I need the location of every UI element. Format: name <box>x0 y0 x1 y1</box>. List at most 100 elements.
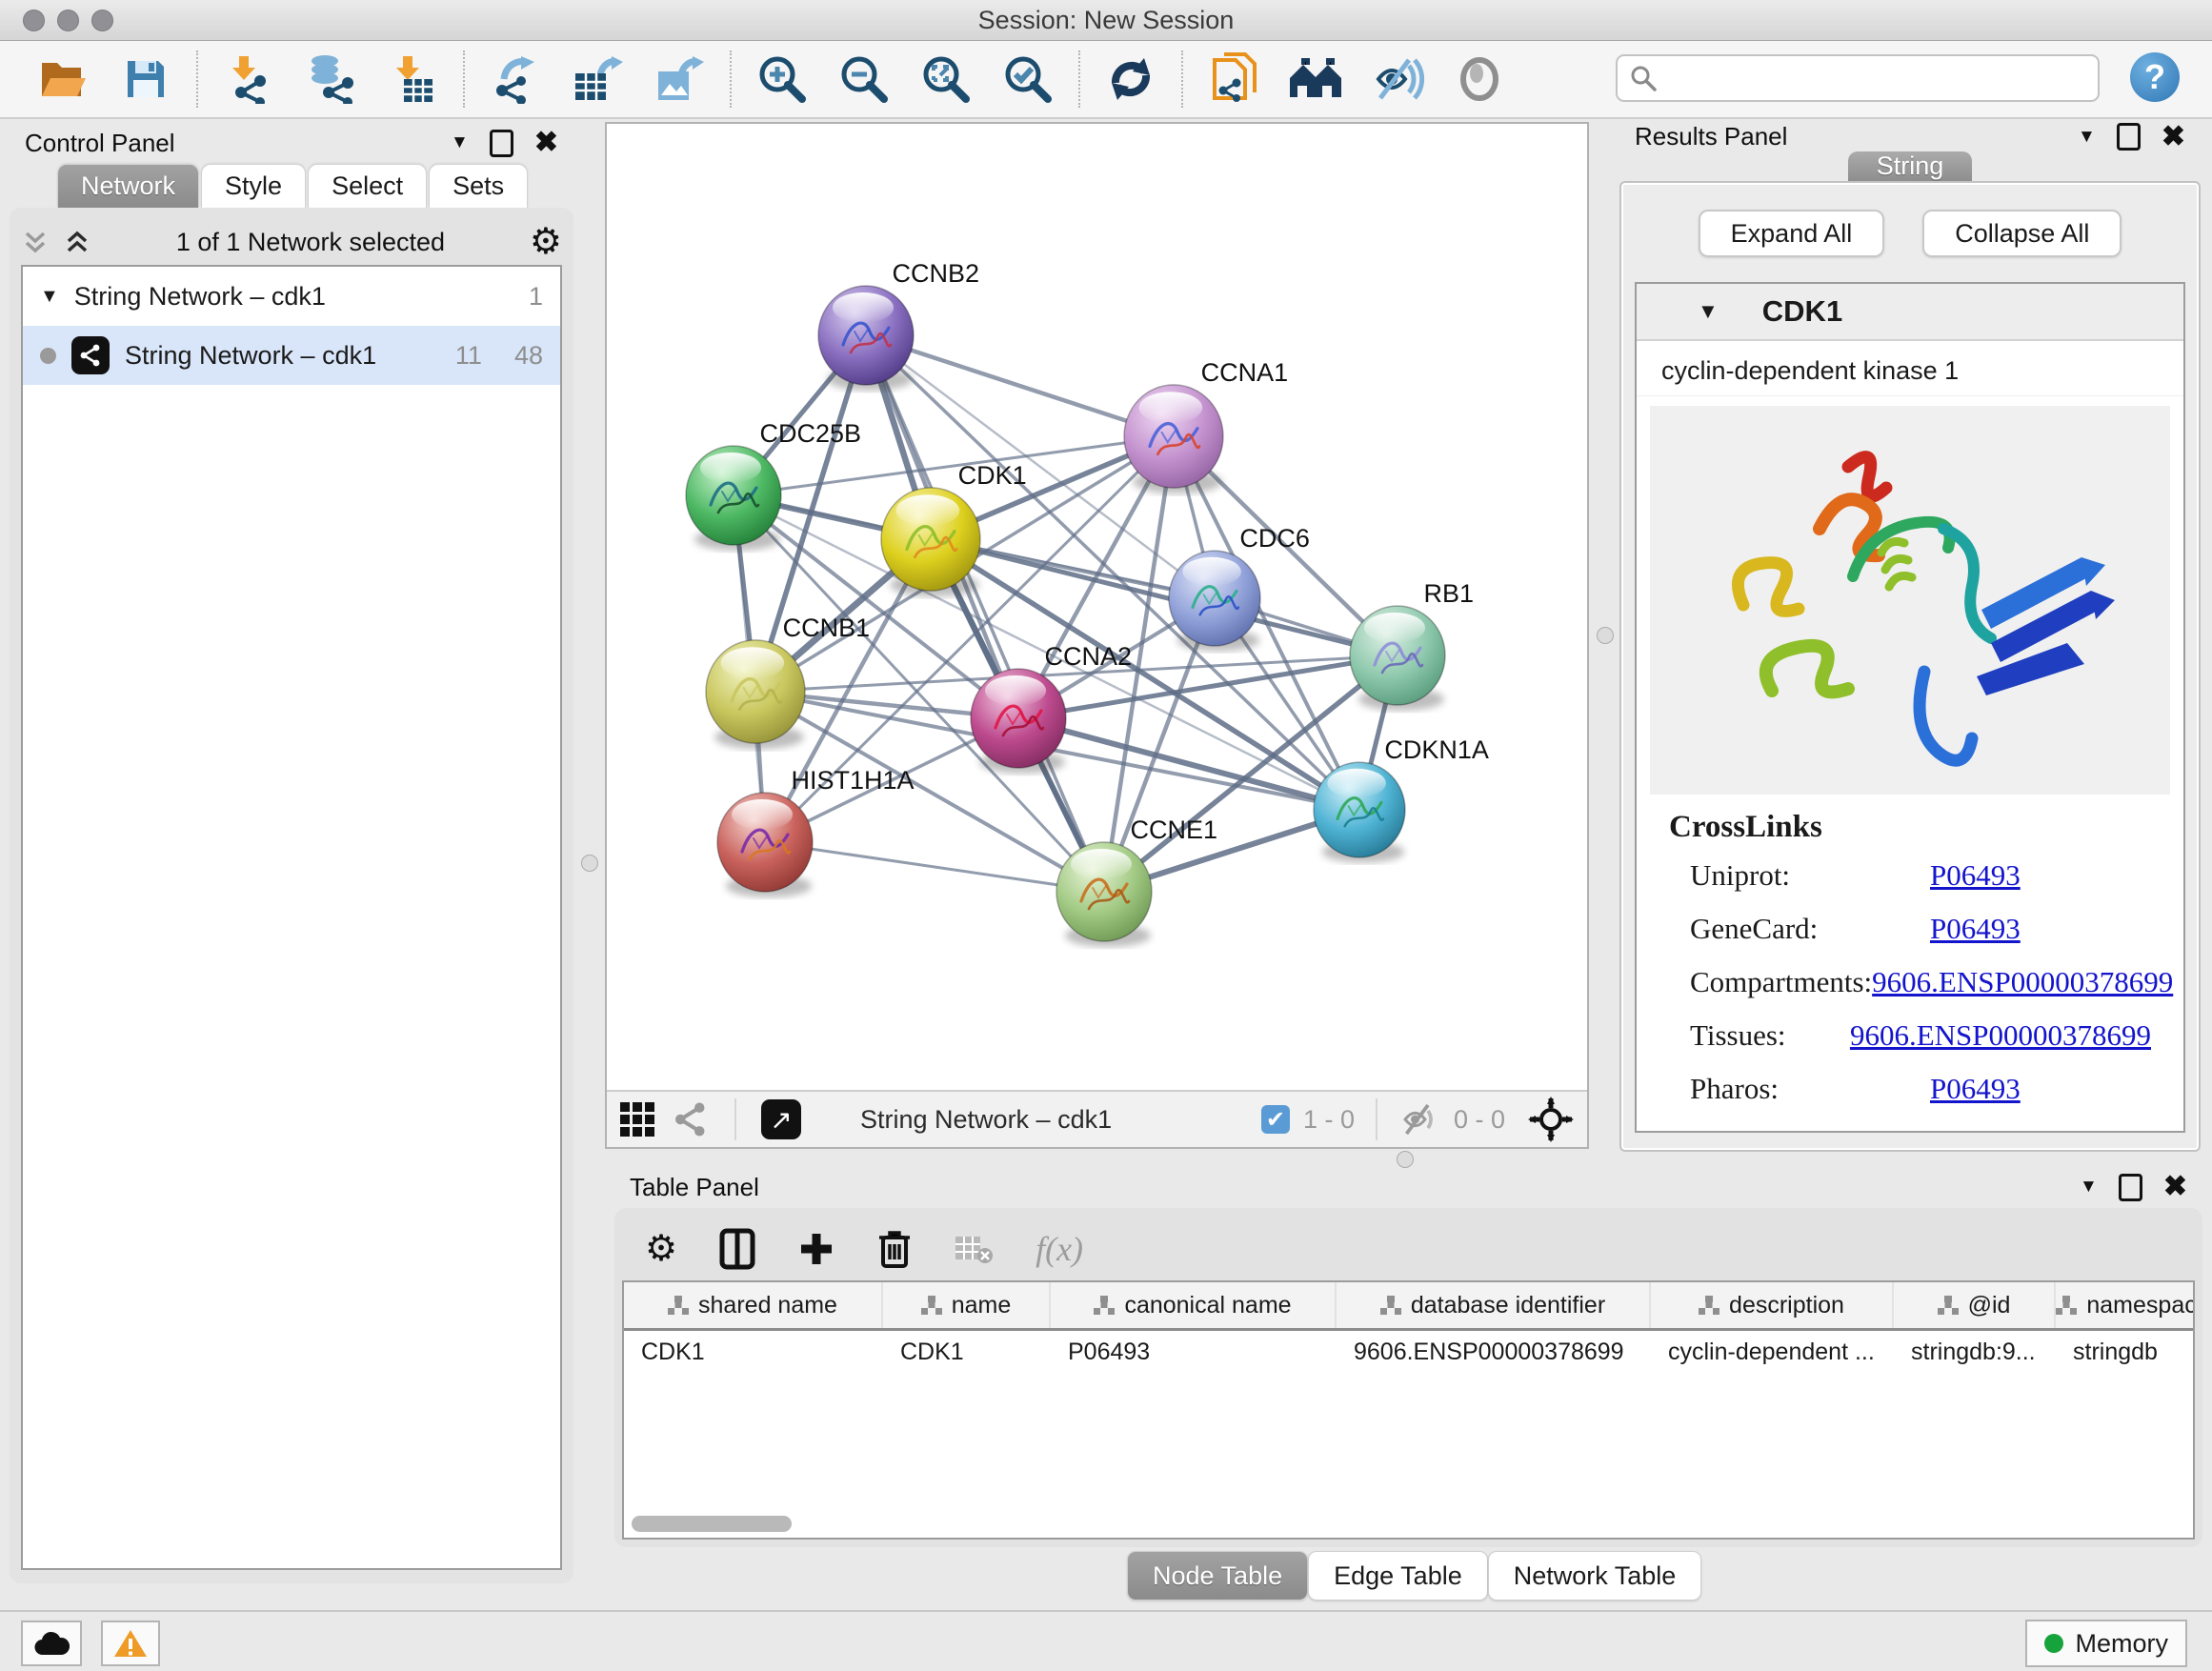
column-header-description[interactable]: description <box>1651 1282 1894 1328</box>
expand-all-button[interactable]: Expand All <box>1699 210 1885 257</box>
control-panel-tabs: NetworkStyleSelectSets <box>57 164 573 208</box>
share-network-icon[interactable] <box>672 1100 710 1138</box>
tab-edge-table[interactable]: Edge Table <box>1308 1551 1488 1601</box>
save-session-icon[interactable] <box>105 48 187 111</box>
open-file-icon[interactable] <box>23 48 105 111</box>
node-RB1[interactable] <box>1350 606 1445 711</box>
panel-float-icon[interactable] <box>490 130 513 157</box>
collapse-all-icon[interactable] <box>21 228 50 256</box>
collection-expand-caret-icon[interactable]: ▼ <box>40 286 59 308</box>
tab-network-table[interactable]: Network Table <box>1488 1551 1702 1601</box>
network-view[interactable]: CCNB2CCNA1CDC25BCDK1CDC6RB1CCNB1CCNA2CDK… <box>605 122 1589 1149</box>
column-header-name[interactable]: name <box>883 1282 1051 1328</box>
crosslink-link[interactable]: P06493 <box>1930 1072 2021 1106</box>
zoom-selected-icon[interactable] <box>987 48 1069 111</box>
expand-all-icon[interactable] <box>63 228 91 256</box>
column-header-database-identifier[interactable]: database identifier <box>1337 1282 1651 1328</box>
node-table[interactable]: shared namenamecanonical namedatabase id… <box>622 1280 2195 1540</box>
export-network-icon[interactable] <box>474 48 556 111</box>
column-header-canonical-name[interactable]: canonical name <box>1051 1282 1337 1328</box>
panel-menu-icon[interactable]: ▼ <box>2080 1177 2098 1198</box>
node-CDC25B[interactable] <box>686 446 781 551</box>
column-header-@id[interactable]: @id <box>1894 1282 2056 1328</box>
fit-selection-crosshair-icon[interactable] <box>1528 1097 1574 1142</box>
node-CCNB1[interactable] <box>706 640 805 749</box>
panel-float-icon[interactable] <box>2119 1174 2142 1201</box>
tab-network[interactable]: Network <box>57 164 199 208</box>
crosslink-link[interactable]: P06493 <box>1930 858 2021 893</box>
network-row-selected[interactable]: String Network – cdk1 11 48 <box>23 326 560 385</box>
crosslink-link[interactable]: P06493 <box>1930 912 2021 946</box>
panel-close-icon[interactable]: ✖ <box>2162 123 2185 151</box>
protein-header[interactable]: ▼ CDK1 <box>1637 284 2183 341</box>
node-CDC6[interactable] <box>1169 551 1260 652</box>
zoom-fit-icon[interactable] <box>905 48 987 111</box>
delete-column-trash-icon[interactable] <box>877 1228 912 1270</box>
network-collection-row[interactable]: ▼ String Network – cdk1 1 <box>23 267 560 326</box>
warnings-button[interactable] <box>101 1621 160 1666</box>
panel-close-icon[interactable]: ✖ <box>534 129 558 157</box>
tab-style[interactable]: Style <box>201 164 306 208</box>
network-options-gear-icon[interactable]: ⚙ <box>530 224 562 260</box>
node-CDK1[interactable] <box>881 488 980 596</box>
show-columns-icon[interactable] <box>719 1228 755 1270</box>
column-header-shared-name[interactable]: shared name <box>624 1282 883 1328</box>
zoom-in-icon[interactable] <box>741 48 823 111</box>
edge-CCNA2-CDKN1A[interactable] <box>1018 718 1359 810</box>
hide-results-eye-icon[interactable] <box>1357 48 1438 111</box>
tab-string[interactable]: String <box>1848 151 1973 181</box>
panel-menu-icon[interactable]: ▼ <box>451 132 469 153</box>
zoom-out-icon[interactable] <box>823 48 905 111</box>
panel-menu-icon[interactable]: ▼ <box>2078 127 2096 148</box>
import-table-file-icon[interactable] <box>372 48 453 111</box>
table-panel-titlebar: Table Panel ▼ ✖ <box>614 1166 2202 1208</box>
network-graph[interactable]: CCNB2CCNA1CDC25BCDK1CDC6RB1CCNB1CCNA2CDK… <box>607 124 1587 1090</box>
show-eye-icon[interactable] <box>1438 48 1520 111</box>
horizontal-scrollbar[interactable] <box>632 1516 792 1532</box>
hidden-eye-icon[interactable] <box>1398 1102 1440 1137</box>
panel-close-icon[interactable]: ✖ <box>2163 1173 2187 1201</box>
selected-checkbox-icon[interactable]: ✔ <box>1261 1105 1290 1134</box>
import-network-file-icon[interactable] <box>208 48 290 111</box>
node-CDKN1A[interactable] <box>1314 762 1405 863</box>
node-CCNE1[interactable] <box>1056 842 1152 947</box>
node-CCNB2[interactable] <box>818 286 914 391</box>
table-options-gear-icon[interactable]: ⚙ <box>645 1231 677 1267</box>
table-header-row: shared namenamecanonical namedatabase id… <box>624 1282 2193 1331</box>
panel-float-icon[interactable] <box>2117 123 2141 151</box>
open-session-document-icon[interactable] <box>1193 48 1275 111</box>
collapse-caret-icon[interactable]: ▼ <box>1698 299 1719 324</box>
cloud-button[interactable] <box>21 1621 82 1666</box>
cell: stringdb <box>2056 1331 2195 1375</box>
collapse-all-button[interactable]: Collapse All <box>1922 210 2122 257</box>
crosslink-link[interactable]: 9606.ENSP00000378699 <box>1872 965 2173 999</box>
splitter-handle[interactable] <box>1597 627 1614 644</box>
edge-CCNB2-CCNE1[interactable] <box>866 335 1104 892</box>
crosslink-link[interactable]: 9606.ENSP00000378699 <box>1850 1018 2151 1053</box>
create-column-plus-icon[interactable] <box>797 1230 835 1268</box>
cell: stringdb:9... <box>1894 1331 2056 1375</box>
tab-select[interactable]: Select <box>308 164 427 208</box>
search-input[interactable] <box>1616 54 2100 102</box>
tab-node-table[interactable]: Node Table <box>1127 1551 1308 1601</box>
node-CCNA2[interactable] <box>971 669 1066 774</box>
column-header-namespace[interactable]: namespace <box>2056 1282 2195 1328</box>
import-network-database-icon[interactable] <box>290 48 372 111</box>
export-image-icon[interactable] <box>638 48 720 111</box>
open-in-new-icon[interactable]: ↗ <box>761 1099 801 1139</box>
node-CCNA1[interactable] <box>1124 385 1223 493</box>
node-HIST1H1A[interactable] <box>717 793 813 897</box>
splitter-handle[interactable] <box>581 855 598 872</box>
refresh-view-icon[interactable] <box>1090 48 1172 111</box>
tab-sets[interactable]: Sets <box>429 164 528 208</box>
help-icon[interactable]: ? <box>2130 52 2180 102</box>
grid-view-icon[interactable] <box>620 1102 654 1137</box>
edge-CCNE1-HIST1H1A[interactable] <box>765 842 1104 892</box>
node-label-CCNB2: CCNB2 <box>893 259 980 288</box>
home-icon[interactable] <box>1275 48 1357 111</box>
edge-CDK1-RB1[interactable] <box>931 539 1398 655</box>
crosslink-row: Tissues:9606.ENSP00000378699 <box>1690 1018 2151 1053</box>
table-row[interactable]: CDK1CDK1P064939606.ENSP00000378699cyclin… <box>624 1331 2193 1375</box>
export-table-icon[interactable] <box>556 48 638 111</box>
memory-button[interactable]: Memory <box>2025 1620 2187 1667</box>
